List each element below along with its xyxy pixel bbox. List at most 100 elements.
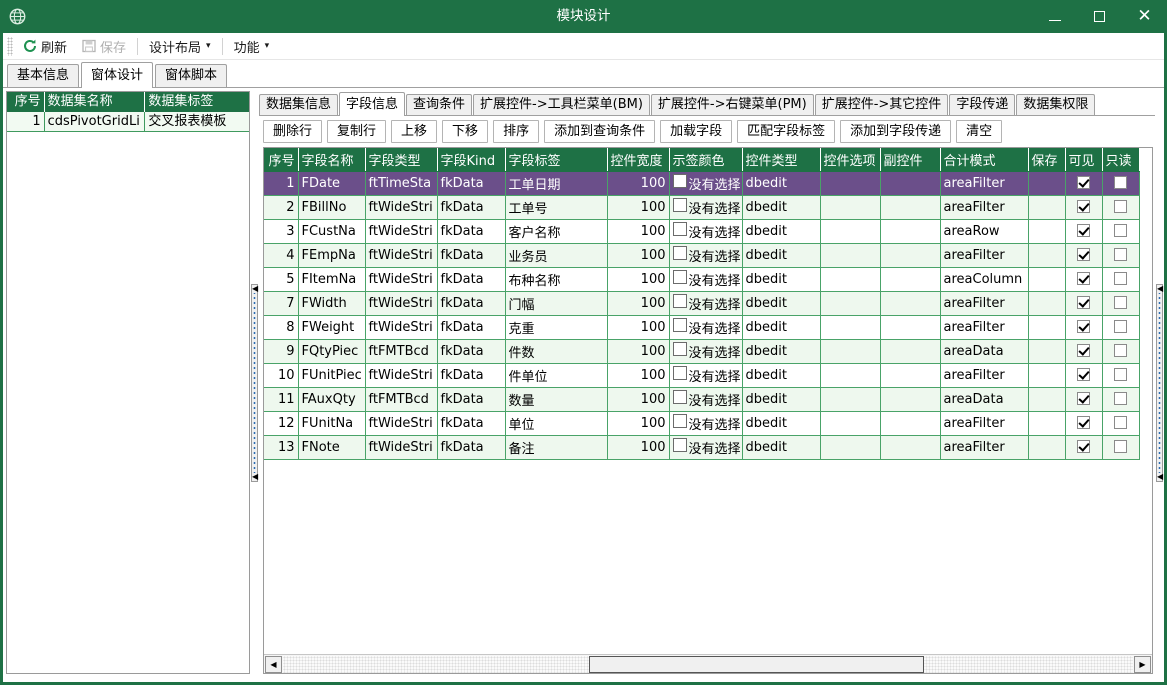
splitter-collapse-up-icon[interactable]: ◀ <box>1157 285 1163 293</box>
cell-control-width[interactable]: 100 <box>607 195 670 220</box>
cell-field-kind[interactable]: fkData <box>437 291 506 316</box>
cell-readonly[interactable] <box>1102 435 1140 460</box>
cell-field-name[interactable]: FUnitNa <box>298 411 366 436</box>
cell-field-type[interactable]: ftWideStri <box>365 291 438 316</box>
checkbox-checked-icon[interactable] <box>1077 176 1090 189</box>
checkbox-unchecked-icon[interactable] <box>1114 320 1127 333</box>
checkbox-unchecked-icon[interactable] <box>1114 272 1127 285</box>
save-button[interactable]: 保存 <box>74 35 133 58</box>
tab-field-transfer[interactable]: 字段传递 <box>949 94 1016 115</box>
cell-save[interactable] <box>1028 435 1066 460</box>
cell-field-kind[interactable]: fkData <box>437 339 506 364</box>
cell-sub-control[interactable] <box>880 411 941 436</box>
cell-field-kind[interactable]: fkData <box>437 243 506 268</box>
cell-field-name[interactable]: FDate <box>298 171 366 196</box>
checkbox-unchecked-icon[interactable] <box>1114 176 1127 189</box>
cell-visible[interactable] <box>1065 267 1103 292</box>
scrollbar-track[interactable] <box>283 655 1133 673</box>
add-to-transfer-button[interactable]: 添加到字段传递 <box>840 120 952 143</box>
cell-visible[interactable] <box>1065 411 1103 436</box>
cell-readonly[interactable] <box>1102 363 1140 388</box>
cell-label-color[interactable]: 没有选择 <box>669 435 743 460</box>
cell-total-mode[interactable]: areaFilter <box>940 243 1029 268</box>
cell-save[interactable] <box>1028 411 1066 436</box>
cell-field-kind[interactable]: fkData <box>437 267 506 292</box>
cell-field-name[interactable]: FWeight <box>298 315 366 340</box>
cell-field-kind[interactable]: fkData <box>437 387 506 412</box>
cell-seq[interactable]: 12 <box>264 411 299 436</box>
cell-label-color[interactable]: 没有选择 <box>669 363 743 388</box>
cell-save[interactable] <box>1028 243 1066 268</box>
cell-save[interactable] <box>1028 267 1066 292</box>
cell-control-option[interactable] <box>820 315 881 340</box>
cell-field-label[interactable]: 件单位 <box>505 363 608 388</box>
table-row[interactable]: 4 FEmpNa ftWideStri fkData 业务员 100 没有选择 dbedit a… <box>264 243 1140 268</box>
table-row[interactable]: 7 FWidth ftWideStri fkData 门幅 100 没有选择 dbedit ar… <box>264 291 1140 316</box>
cell-field-type[interactable]: ftWideStri <box>365 243 438 268</box>
cell-visible[interactable] <box>1065 243 1103 268</box>
add-to-query-button[interactable]: 添加到查询条件 <box>544 120 656 143</box>
checkbox-checked-icon[interactable] <box>1077 248 1090 261</box>
cell-control-width[interactable]: 100 <box>607 411 670 436</box>
checkbox-checked-icon[interactable] <box>1077 320 1090 333</box>
col-visible[interactable]: 可见 <box>1065 148 1103 172</box>
cell-control-type[interactable]: dbedit <box>742 387 821 412</box>
tab-form-script[interactable]: 窗体脚本 <box>155 64 228 87</box>
col-control-width[interactable]: 控件宽度 <box>607 148 670 172</box>
cell-sub-control[interactable] <box>880 195 941 220</box>
tab-ext-other-controls[interactable]: 扩展控件->其它控件 <box>814 94 949 115</box>
cell-visible[interactable] <box>1065 171 1103 196</box>
cell-control-width[interactable]: 100 <box>607 387 670 412</box>
cell-control-type[interactable]: dbedit <box>742 435 821 460</box>
cell-field-type[interactable]: ftWideStri <box>365 411 438 436</box>
col-field-name[interactable]: 字段名称 <box>298 148 366 172</box>
copy-row-button[interactable]: 复制行 <box>327 120 387 143</box>
cell-save[interactable] <box>1028 219 1066 244</box>
cell-seq[interactable]: 2 <box>264 195 299 220</box>
cell-total-mode[interactable]: areaFilter <box>940 315 1029 340</box>
cell-field-type[interactable]: ftWideStri <box>365 195 438 220</box>
cell-total-mode[interactable]: areaFilter <box>940 435 1029 460</box>
checkbox-checked-icon[interactable] <box>1077 392 1090 405</box>
checkbox-unchecked-icon[interactable] <box>1114 440 1127 453</box>
cell-control-width[interactable]: 100 <box>607 219 670 244</box>
cell-control-option[interactable] <box>820 363 881 388</box>
dataset-row[interactable]: 1 cdsPivotGridLi 交叉报表模板 <box>7 112 249 132</box>
cell-field-type[interactable]: ftTimeSta <box>365 171 438 196</box>
cell-field-name[interactable]: FWidth <box>298 291 366 316</box>
cell-save[interactable] <box>1028 315 1066 340</box>
cell-visible[interactable] <box>1065 219 1103 244</box>
cell-control-option[interactable] <box>820 291 881 316</box>
tab-basic-info[interactable]: 基本信息 <box>7 64 80 87</box>
cell-readonly[interactable] <box>1102 267 1140 292</box>
left-splitter-handle[interactable]: ◀ ◀ <box>251 284 258 482</box>
cell-field-kind[interactable]: fkData <box>437 411 506 436</box>
delete-row-button[interactable]: 删除行 <box>263 120 323 143</box>
color-swatch-icon[interactable] <box>672 390 687 404</box>
col-control-option[interactable]: 控件选项 <box>820 148 881 172</box>
tab-ext-context-menu[interactable]: 扩展控件->右键菜单(PM) <box>650 94 814 115</box>
table-row[interactable]: 12 FUnitNa ftWideStri fkData 单位 100 没有选择 dbedit… <box>264 411 1140 436</box>
table-row[interactable]: 9 FQtyPiec ftFMTBcd fkData 件数 100 没有选择 dbedit ar… <box>264 339 1140 364</box>
cell-control-width[interactable]: 100 <box>607 435 670 460</box>
cell-total-mode[interactable]: areaData <box>940 339 1029 364</box>
color-swatch-icon[interactable] <box>672 414 687 428</box>
cell-readonly[interactable] <box>1102 291 1140 316</box>
table-row[interactable]: 11 FAuxQty ftFMTBcd fkData 数量 100 没有选择 dbedit ar… <box>264 387 1140 412</box>
cell-control-option[interactable] <box>820 411 881 436</box>
cell-field-kind[interactable]: fkData <box>437 363 506 388</box>
move-down-button[interactable]: 下移 <box>442 120 489 143</box>
cell-readonly[interactable] <box>1102 387 1140 412</box>
checkbox-checked-icon[interactable] <box>1077 224 1090 237</box>
cell-control-type[interactable]: dbedit <box>742 219 821 244</box>
match-field-label-button[interactable]: 匹配字段标签 <box>737 120 836 143</box>
cell-sub-control[interactable] <box>880 267 941 292</box>
design-layout-menu[interactable]: 设计布局 ▾ <box>142 35 218 58</box>
col-seq[interactable]: 序号 <box>264 148 299 172</box>
cell-total-mode[interactable]: areaFilter <box>940 291 1029 316</box>
cell-control-width[interactable]: 100 <box>607 171 670 196</box>
cell-total-mode[interactable]: areaFilter <box>940 411 1029 436</box>
right-splitter-handle[interactable]: ◀ ◀ <box>1156 284 1163 482</box>
toolbar-grip[interactable] <box>7 36 13 56</box>
cell-label-color[interactable]: 没有选择 <box>669 411 743 436</box>
